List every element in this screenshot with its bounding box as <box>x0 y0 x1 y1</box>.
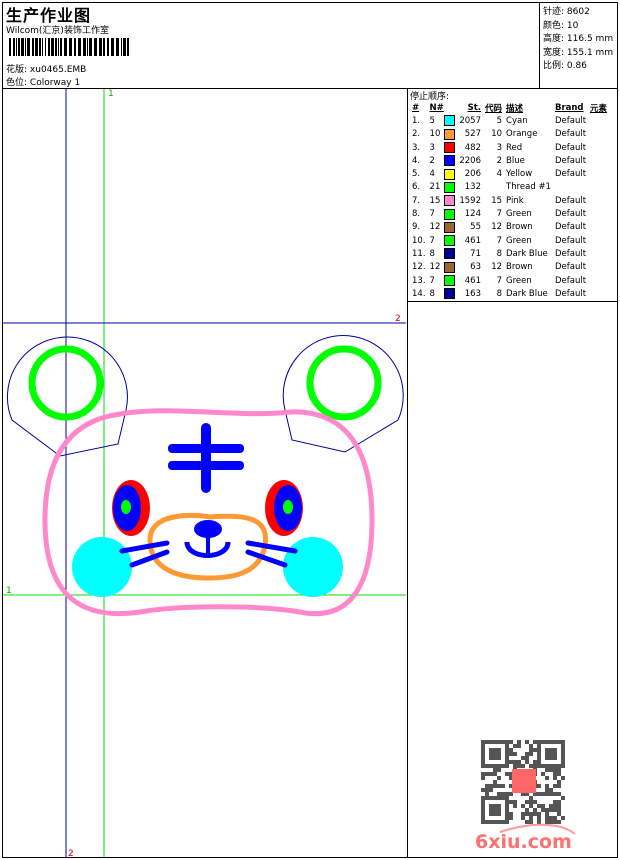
right-ear-ring <box>306 345 382 421</box>
left-cheek <box>72 537 132 597</box>
right-eye-highlight <box>283 500 293 514</box>
right-ear-outline <box>282 335 404 453</box>
guide-label: 2 <box>395 314 401 324</box>
right-cheek <box>283 537 343 597</box>
watermark-logo: 6xiu.com <box>475 831 572 853</box>
guide-label: 2 <box>68 849 74 859</box>
guide-label: 1 <box>108 89 114 99</box>
forehead-stroke-1 <box>168 444 244 453</box>
forehead-vertical-stroke <box>201 423 211 493</box>
forehead-stroke-2 <box>168 461 244 470</box>
design-canvas: 1 2 1 2 6xiu.com <box>3 89 576 859</box>
left-eye-highlight <box>121 500 131 514</box>
seal-logo <box>512 769 536 793</box>
guide-label: 1 <box>6 586 12 596</box>
